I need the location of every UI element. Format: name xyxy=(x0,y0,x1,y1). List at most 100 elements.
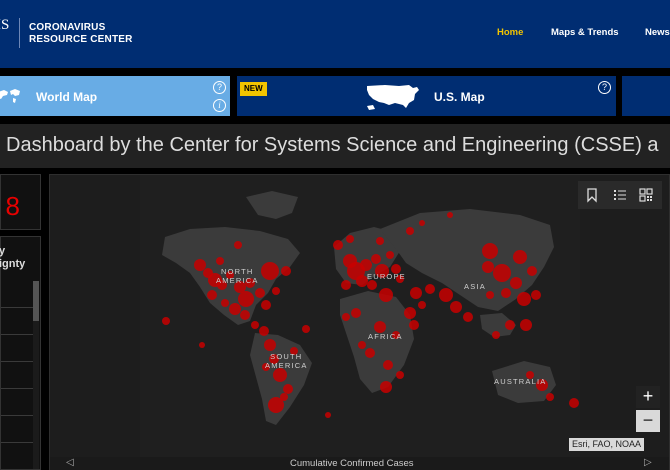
case-marker[interactable] xyxy=(346,235,354,243)
case-marker[interactable] xyxy=(261,300,271,310)
case-marker[interactable] xyxy=(482,243,498,259)
case-marker[interactable] xyxy=(351,308,361,318)
case-marker[interactable] xyxy=(380,381,392,393)
list-heading-line2: ignty xyxy=(0,258,26,270)
nav-home[interactable]: Home xyxy=(497,27,523,38)
case-marker[interactable] xyxy=(418,301,426,309)
case-marker[interactable] xyxy=(527,266,537,276)
world-map-icon xyxy=(0,89,20,103)
prev-arrow-icon[interactable]: ◁ xyxy=(66,457,74,468)
case-marker[interactable] xyxy=(273,368,287,382)
resource-center-line2: RESOURCE CENTER xyxy=(29,34,133,45)
case-marker[interactable] xyxy=(341,280,351,290)
case-marker[interactable] xyxy=(396,371,404,379)
map-layer-label: Cumulative Confirmed Cases xyxy=(290,458,414,469)
us-map-help-icon[interactable]: ? xyxy=(598,81,611,94)
world-map[interactable] xyxy=(50,175,669,457)
case-marker[interactable] xyxy=(365,348,375,358)
case-marker[interactable] xyxy=(409,320,419,330)
case-marker[interactable] xyxy=(199,342,205,348)
university-logo[interactable]: IS E xyxy=(0,18,9,42)
zoom-out-button[interactable]: − xyxy=(636,410,660,432)
case-marker[interactable] xyxy=(302,325,310,333)
case-marker[interactable] xyxy=(419,220,425,226)
case-marker[interactable] xyxy=(333,240,343,250)
case-marker[interactable] xyxy=(221,299,229,307)
case-marker[interactable] xyxy=(404,307,416,319)
case-marker[interactable] xyxy=(255,288,265,298)
next-arrow-icon[interactable]: ▷ xyxy=(644,457,652,468)
case-marker[interactable] xyxy=(229,303,241,315)
case-marker[interactable] xyxy=(325,412,331,418)
case-marker[interactable] xyxy=(371,254,381,264)
logo-text-small: E xyxy=(0,33,9,42)
tab-world-map[interactable]: World Map ? i xyxy=(0,76,230,116)
case-marker[interactable] xyxy=(360,259,372,271)
case-marker[interactable] xyxy=(531,290,541,300)
world-map-help-icon[interactable]: ? xyxy=(213,81,226,94)
map-toolbar xyxy=(578,181,662,209)
case-marker[interactable] xyxy=(283,384,293,394)
case-marker[interactable] xyxy=(272,287,280,295)
world-map-info-icon[interactable]: i xyxy=(213,99,226,112)
cases-by-country-panel: y ignty xyxy=(0,236,41,470)
case-marker[interactable] xyxy=(486,291,494,299)
case-marker[interactable] xyxy=(386,251,394,259)
tab-more[interactable] xyxy=(622,76,670,116)
case-marker[interactable] xyxy=(425,284,435,294)
list-row-divider xyxy=(1,334,34,335)
case-marker[interactable] xyxy=(482,261,494,273)
case-marker[interactable] xyxy=(207,290,217,300)
case-marker[interactable] xyxy=(520,319,532,331)
case-marker[interactable] xyxy=(251,321,259,329)
case-marker[interactable] xyxy=(513,250,527,264)
bookmark-icon[interactable] xyxy=(584,187,600,203)
case-marker[interactable] xyxy=(238,291,254,307)
case-marker[interactable] xyxy=(439,288,453,302)
case-marker[interactable] xyxy=(358,341,366,349)
case-marker[interactable] xyxy=(406,227,414,235)
case-marker[interactable] xyxy=(264,339,276,351)
nav-maps-trends[interactable]: Maps & Trends xyxy=(551,27,619,38)
case-marker[interactable] xyxy=(510,277,522,289)
case-marker[interactable] xyxy=(410,287,422,299)
case-marker[interactable] xyxy=(261,262,279,280)
resource-center-name[interactable]: CORONAVIRUS RESOURCE CENTER xyxy=(29,22,133,46)
case-marker[interactable] xyxy=(194,259,206,271)
case-marker[interactable] xyxy=(463,312,473,322)
case-marker[interactable] xyxy=(493,264,511,282)
us-map-icon xyxy=(367,85,419,110)
case-marker[interactable] xyxy=(501,288,511,298)
dashboard-title-bar: D Dashboard by the Center for Systems Sc… xyxy=(0,124,670,168)
case-marker[interactable] xyxy=(281,266,291,276)
case-marker[interactable] xyxy=(367,280,377,290)
qr-code-icon[interactable] xyxy=(638,187,654,203)
case-marker[interactable] xyxy=(569,398,579,408)
logo-text: IS xyxy=(0,17,10,33)
case-marker[interactable] xyxy=(216,257,224,265)
case-marker[interactable] xyxy=(342,313,350,321)
case-marker[interactable] xyxy=(517,292,531,306)
case-marker[interactable] xyxy=(259,326,269,336)
list-heading-line1: y xyxy=(0,245,6,257)
case-marker[interactable] xyxy=(240,310,250,320)
list-scrollbar-thumb[interactable] xyxy=(33,281,39,321)
case-marker[interactable] xyxy=(379,288,393,302)
case-marker[interactable] xyxy=(447,212,453,218)
map-attribution: Esri, FAO, NOAA xyxy=(569,438,645,451)
case-marker[interactable] xyxy=(234,241,242,249)
case-marker[interactable] xyxy=(376,237,384,245)
case-marker[interactable] xyxy=(450,301,462,313)
case-marker[interactable] xyxy=(546,393,554,401)
new-badge: NEW xyxy=(240,82,267,96)
case-marker[interactable] xyxy=(505,320,515,330)
nav-news[interactable]: News xyxy=(645,27,670,38)
case-marker[interactable] xyxy=(492,331,500,339)
list-icon[interactable] xyxy=(612,187,628,203)
case-marker[interactable] xyxy=(280,393,288,401)
zoom-in-button[interactable]: + xyxy=(636,386,660,408)
case-marker[interactable] xyxy=(383,360,393,370)
case-marker[interactable] xyxy=(162,317,170,325)
tab-us-map[interactable]: NEW U.S. Map ? xyxy=(237,76,616,116)
world-map-label: World Map xyxy=(36,90,98,104)
